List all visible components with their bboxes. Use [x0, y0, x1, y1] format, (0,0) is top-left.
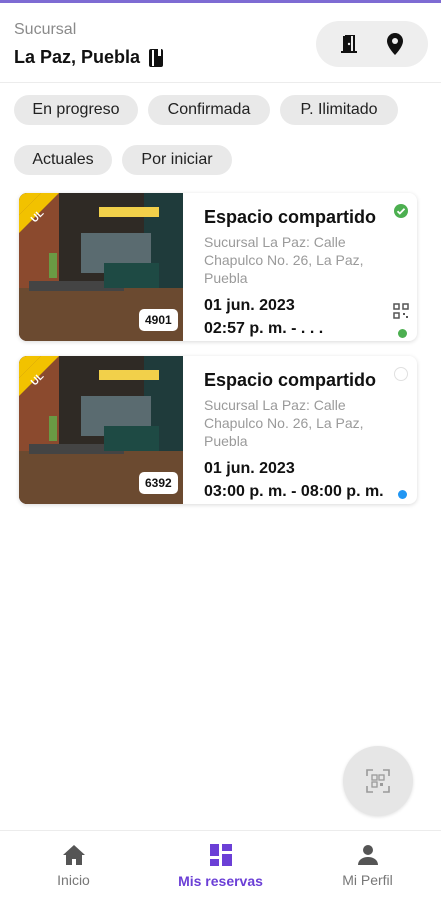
nav-mis-reservas[interactable]: Mis reservas: [147, 831, 294, 900]
chip-confirmada[interactable]: Confirmada: [148, 95, 270, 125]
space-photo: UL 4901: [19, 193, 183, 341]
reservation-card[interactable]: UL 4901 Espacio compartido Sucursal La P…: [19, 193, 417, 341]
branch-label: Sucursal: [14, 21, 77, 38]
location-button[interactable]: [380, 29, 410, 59]
branch-selector[interactable]: La Paz, Puebla: [14, 47, 164, 68]
pending-circle-icon: [394, 367, 408, 381]
status-dot: [398, 329, 407, 338]
person-icon: [357, 845, 378, 865]
reservation-address: Sucursal La Paz: Calle Chapulco No. 26, …: [204, 397, 364, 449]
branch-name: La Paz, Puebla: [14, 47, 141, 67]
chip-por-iniciar[interactable]: Por iniciar: [122, 145, 232, 175]
book-icon: [148, 48, 164, 67]
reservation-code: 4901: [139, 309, 178, 331]
door-icon: [341, 35, 357, 53]
reservation-title: Espacio compartido: [204, 370, 377, 390]
reservation-time: 03:00 p. m. - 08:00 p. m.: [204, 483, 384, 500]
nav-label: Mis reservas: [178, 873, 263, 889]
location-pin-icon: [387, 33, 403, 55]
grid-icon: [209, 844, 232, 866]
qr-code-icon[interactable]: [393, 303, 409, 319]
chip-en-progreso[interactable]: En progreso: [14, 95, 138, 125]
reservation-code: 6392: [139, 472, 178, 494]
nav-label: Mi Perfil: [342, 872, 393, 888]
header: Sucursal La Paz, Puebla: [0, 3, 441, 83]
check-circle-icon: [394, 204, 408, 218]
home-icon: [62, 845, 85, 865]
nav-label: Inicio: [57, 872, 90, 888]
reservation-date: 01 jun. 2023: [204, 297, 295, 314]
chip-actuales[interactable]: Actuales: [14, 145, 112, 175]
bottom-navigation: Inicio Mis reservas Mi Perfil: [0, 830, 441, 900]
qr-scan-icon: [366, 769, 390, 793]
nav-mi-perfil[interactable]: Mi Perfil: [294, 831, 441, 900]
reservation-time: 02:57 p. m. - . . .: [204, 320, 324, 337]
chip-p-ilimitado[interactable]: P. Ilimitado: [280, 95, 398, 125]
reservation-title: Espacio compartido: [204, 207, 377, 227]
space-photo: UL 6392: [19, 356, 183, 504]
reservation-address: Sucursal La Paz: Calle Chapulco No. 26, …: [204, 234, 364, 286]
header-actions: [316, 21, 428, 67]
reservation-card[interactable]: UL 6392 Espacio compartido Sucursal La P…: [19, 356, 417, 504]
reservation-date: 01 jun. 2023: [204, 460, 295, 477]
door-button[interactable]: [334, 29, 364, 59]
scan-qr-button[interactable]: [343, 746, 413, 816]
nav-inicio[interactable]: Inicio: [0, 831, 147, 900]
status-dot: [398, 490, 407, 499]
